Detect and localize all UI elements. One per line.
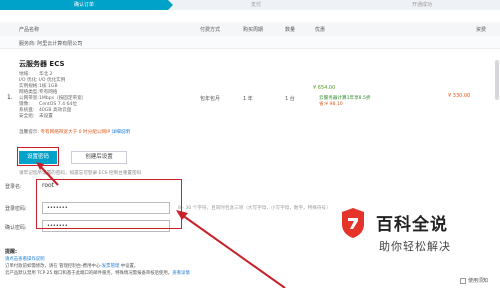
- tab-set-after-create[interactable]: 创建后设置: [71, 151, 127, 164]
- product-name: 云服务器 ECS: [19, 60, 65, 68]
- tips-line-2: 云产品默认禁用 TCP 25 端口和基于此端口的邮件服务，特殊情况需报备审核后使…: [5, 271, 190, 276]
- highlight-box-tab: [17, 147, 59, 166]
- details-link[interactable]: 查看详情: [172, 271, 190, 276]
- checkbox-box[interactable]: [460, 277, 466, 284]
- product-index: 1.: [7, 94, 13, 101]
- header-product: 产品名称: [19, 27, 40, 33]
- tips-title: 提醒:: [5, 249, 17, 255]
- password-hint: 8 - 30 个字符，且同时包含三项（大写字母，小写字母，数字，特殊符号）: [178, 206, 331, 211]
- header-pay-type: 付费方式: [200, 27, 221, 33]
- order-step-bar: 确认订单 支付 开通成功: [0, 0, 500, 10]
- password-label: 登录密码:: [5, 206, 27, 212]
- pay-type-value: 包年包月: [200, 96, 221, 102]
- step-activated: 开通成功: [411, 2, 432, 8]
- original-price: ¥ 654.00: [313, 85, 336, 91]
- final-price: ¥ 330.00: [448, 93, 471, 99]
- password-note: 请牢记您所设置的密码，如遗忘可登录 ECS 控制台重置密码: [19, 171, 142, 176]
- invoice-link[interactable]: 发票管理: [102, 264, 120, 269]
- qty-value: 1 台: [285, 96, 295, 102]
- step-confirm-order: 确认订单: [0, 0, 173, 10]
- checkbox-label: 使用须知: [468, 278, 489, 284]
- savings-note: 省:¥ 98.10: [319, 102, 343, 107]
- arrow-line: [181, 214, 286, 288]
- step-payment: 支付: [250, 2, 261, 8]
- header-qty: 数量: [285, 27, 296, 33]
- scrollbar-thumb[interactable]: [495, 60, 499, 100]
- tips-guide-link[interactable]: 请点击查看操作说明: [5, 256, 45, 262]
- vendor-name: 服务商: 阿里云计算有限公司: [19, 41, 83, 47]
- spec-line: 安全组: 未设置: [19, 114, 53, 119]
- header-discount: 优惠: [315, 27, 326, 33]
- tips-line-1: 订单付款前如需修改，请在 管理控制台-费用中心-发票管理 中设置。: [5, 264, 139, 269]
- tip-detail-link[interactable]: 详细说明: [112, 130, 130, 135]
- watermark: 百科全说 助你轻松解决: [336, 196, 500, 264]
- order-table-header: 产品名称 付费方式 购买周期 数量 优惠 资费: [0, 22, 500, 36]
- highlight-box-form: [36, 179, 182, 229]
- watermark-title: 百科全说: [376, 215, 448, 235]
- warm-tip: 温馨提示: 专有网络带宽大于 0 时分配公网IP 详细说明: [19, 130, 130, 135]
- login-name-label: 登录名:: [5, 184, 22, 190]
- header-period: 购买周期: [243, 27, 264, 33]
- watermark-logo-icon: [342, 208, 364, 238]
- vendor-row: 服务商: 阿里云计算有限公司: [0, 36, 500, 49]
- terms-checkbox[interactable]: 使用须知: [460, 277, 488, 284]
- confirm-password-label: 确认密码:: [5, 225, 27, 231]
- product-row: 1. 云服务器 ECS 地域: 华北 2 I/O 优化:I/O 优化实例 实例规格…: [0, 49, 500, 147]
- watermark-subtitle: 助你轻松解决: [379, 240, 451, 253]
- period-value: 1 年: [243, 96, 253, 102]
- header-cost: 资费: [476, 27, 487, 33]
- tip-warning: 专有网络带宽大于 0 时分配公网IP: [40, 130, 111, 135]
